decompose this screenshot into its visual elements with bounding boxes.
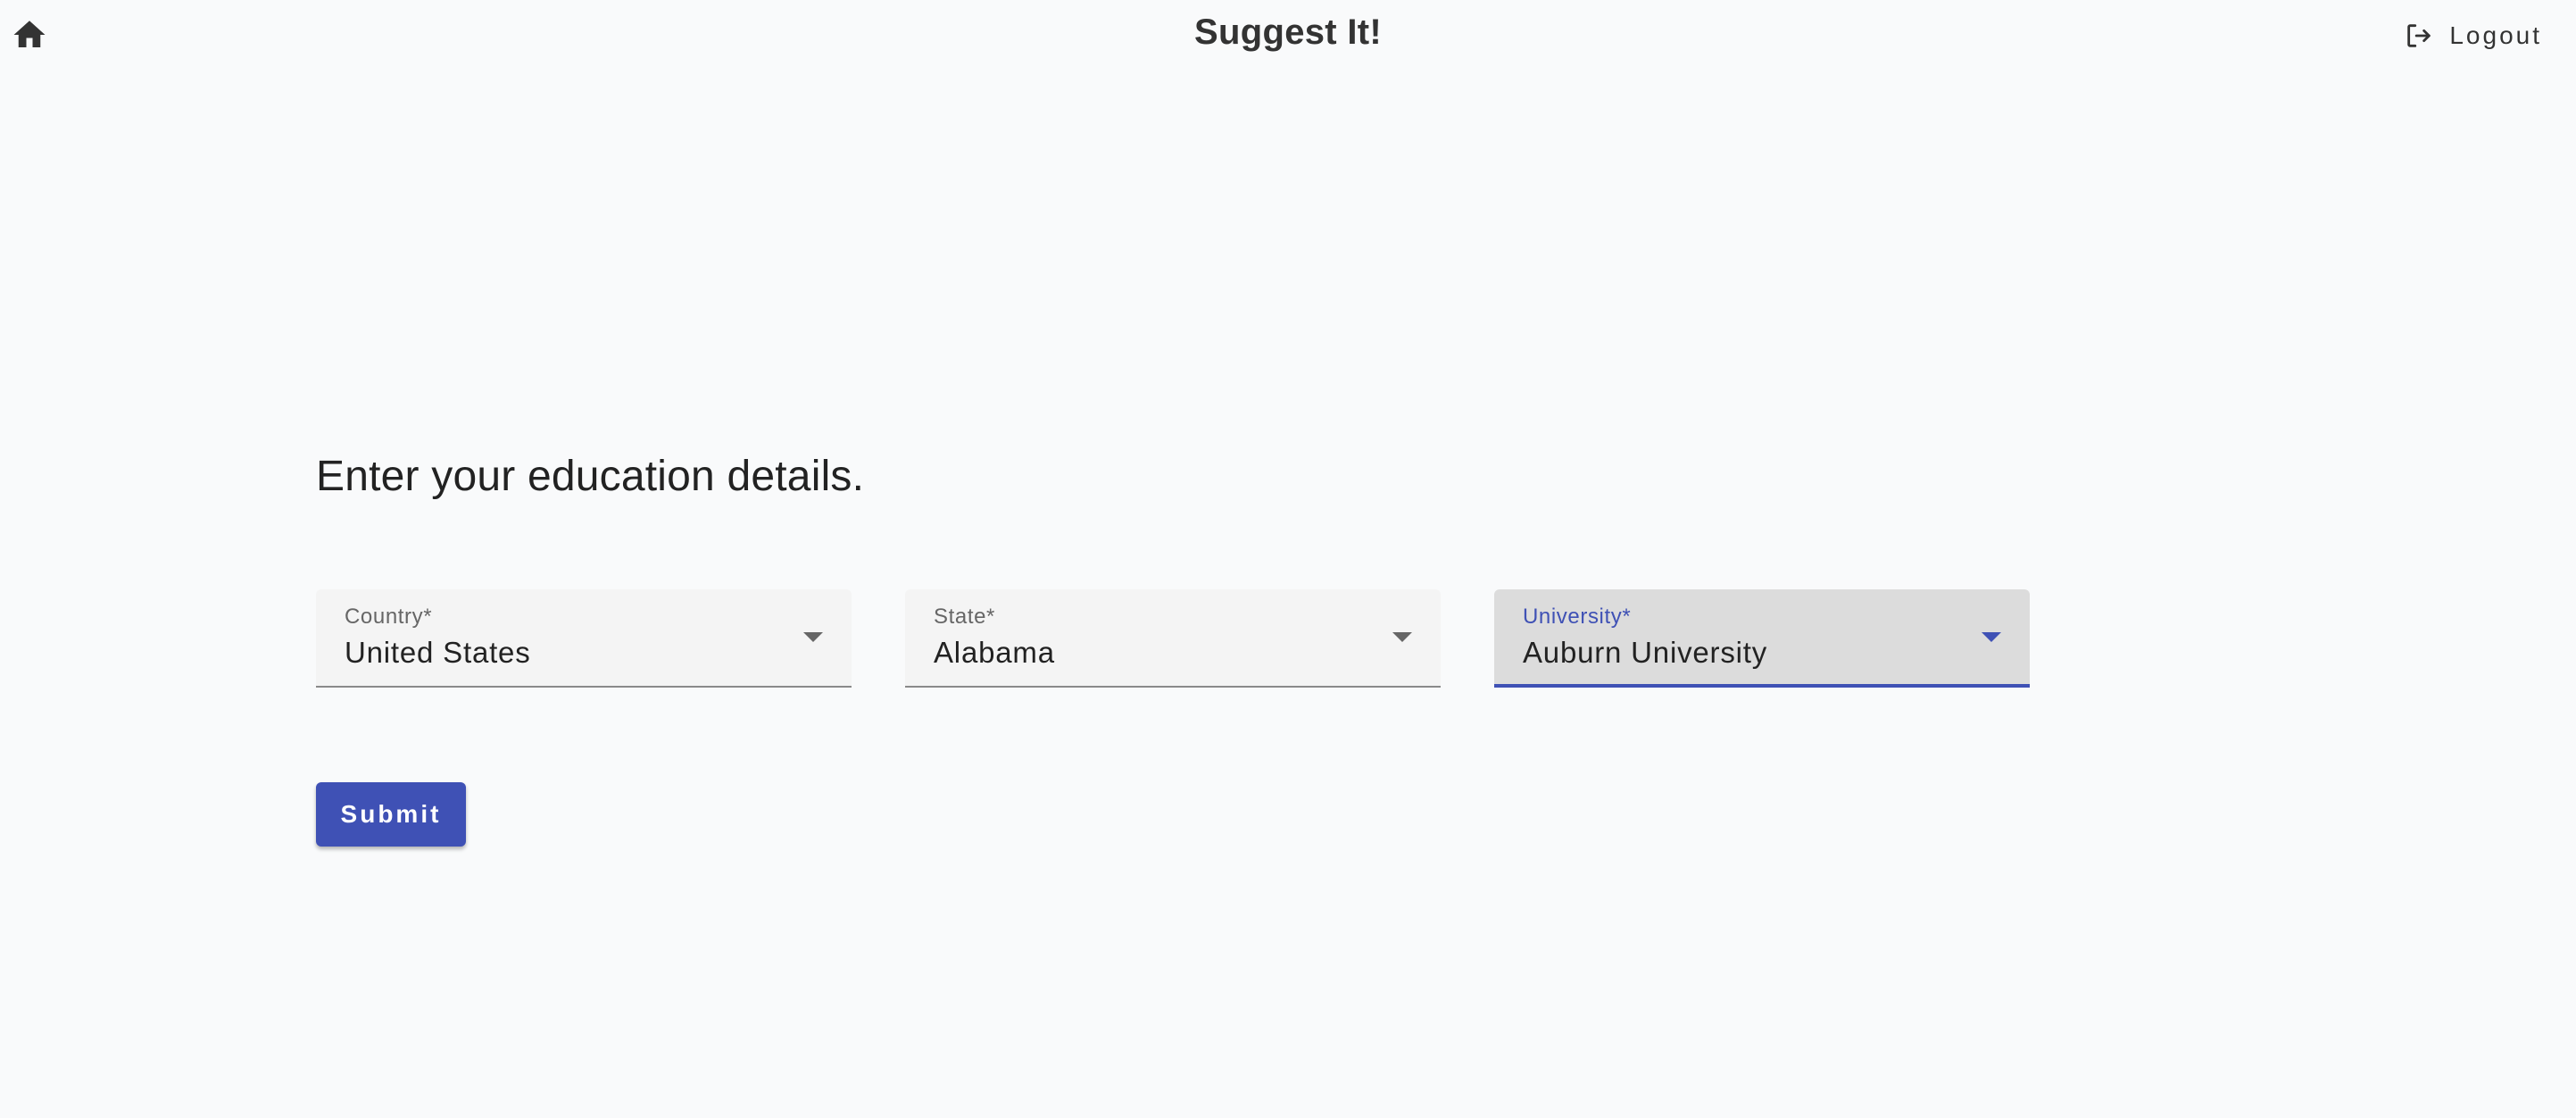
logout-label: Logout	[2449, 21, 2542, 49]
logout-icon	[2403, 20, 2435, 52]
state-label: State*	[934, 605, 995, 629]
app-title: Suggest It!	[1194, 13, 1382, 52]
state-select[interactable]: State* Alabama	[905, 589, 1441, 688]
university-label: University*	[1523, 605, 1632, 629]
state-value: Alabama	[934, 636, 1055, 669]
submit-button[interactable]: Submit	[316, 782, 466, 847]
university-value: Auburn University	[1523, 636, 1768, 669]
country-value: United States	[345, 636, 531, 669]
top-app-bar: Suggest It! Logout	[0, 0, 2576, 71]
page-heading: Enter your education details.	[316, 453, 865, 500]
chevron-down-icon	[803, 632, 823, 642]
logout-button[interactable]: Logout	[2403, 16, 2542, 55]
chevron-down-icon	[1982, 632, 2001, 642]
chevron-down-icon	[1392, 632, 1412, 642]
university-select[interactable]: University* Auburn University	[1494, 589, 2030, 688]
country-select[interactable]: Country* United States	[316, 589, 852, 688]
country-label: Country*	[345, 605, 433, 629]
